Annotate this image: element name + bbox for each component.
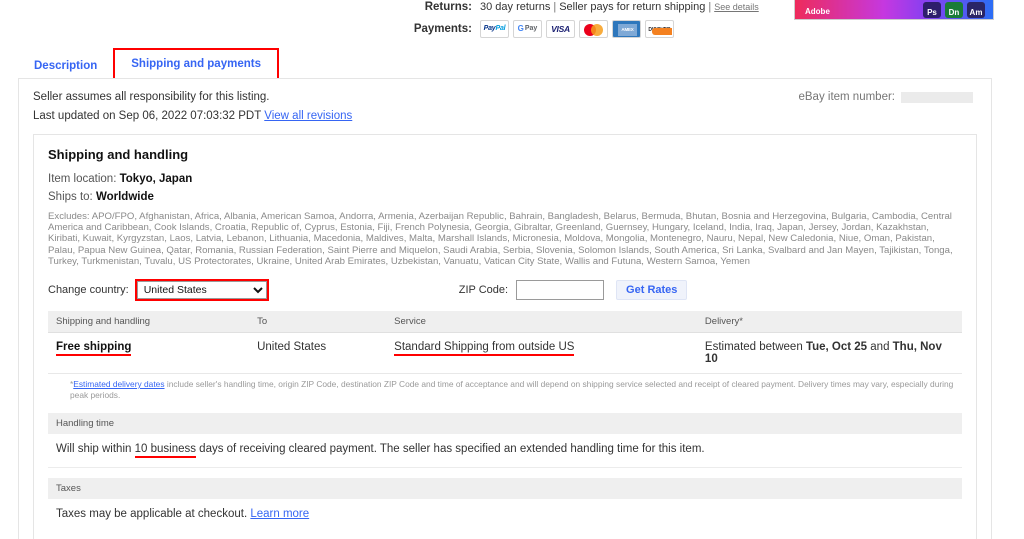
delivery-mid: and (867, 341, 893, 354)
handling-time-text: Will ship within 10 business days of rec… (48, 434, 962, 469)
zip-code-label: ZIP Code: (458, 284, 509, 297)
change-country-label: Change country: (48, 284, 129, 297)
shipping-payments-panel: eBay item number: Seller assumes all res… (18, 78, 992, 539)
tab-description[interactable]: Description (18, 52, 114, 80)
note-body-text: include seller's handling time, origin Z… (70, 379, 954, 401)
returns-label: Returns: (424, 1, 472, 13)
ships-to-value: Worldwide (95, 191, 154, 203)
shipping-rates-table: Shipping and handling To Service Deliver… (48, 311, 962, 375)
country-select[interactable]: United States (136, 281, 267, 300)
taxes-header: Taxes (48, 478, 962, 500)
td-service: Standard Shipping from outside US (386, 332, 697, 375)
returns-value: 30 day returns | Seller pays for return … (480, 0, 759, 14)
th-shipping-and-handling: Shipping and handling (48, 311, 250, 334)
discover-icon[interactable]: DISCVER (645, 20, 674, 38)
payments-row: Payments: PayPal GPay VISA AMEX DISCVER (0, 20, 1024, 38)
taxes-text: Taxes may be applicable at checkout. Lea… (48, 499, 962, 529)
google-pay-icon[interactable]: G Pay (513, 20, 542, 38)
get-rates-button[interactable]: Get Rates (616, 280, 688, 301)
table-row: Free shipping United States Standard Shi… (48, 332, 962, 375)
zip-code-input[interactable] (516, 280, 605, 301)
td-shipping-cost: Free shipping (48, 332, 250, 375)
th-service: Service (386, 311, 697, 334)
last-updated-line: Last updated on Sep 06, 2022 07:03:32 PD… (33, 110, 977, 122)
estimated-delivery-dates-link[interactable]: Estimated delivery dates (73, 379, 164, 389)
handling-text-pre: Will ship within (56, 443, 135, 456)
mastercard-icon[interactable] (579, 20, 608, 38)
ebay-shipping-payments-page: Adobe Ps Dn Am Returns: 30 day returns |… (0, 0, 1024, 539)
free-shipping-value: Free shipping (56, 341, 132, 357)
shipping-and-handling-card: Shipping and handling Item location: Tok… (33, 134, 977, 539)
change-country-row: Change country: United States ZIP Code: … (48, 279, 962, 302)
returns-payer: Seller pays for return shipping (559, 1, 706, 13)
item-location-label: Item location: (48, 173, 117, 185)
taxes-learn-more-link[interactable]: Learn more (250, 508, 309, 520)
item-location-row: Item location: Tokyo, Japan (48, 173, 962, 185)
country-select-highlight: United States (134, 279, 269, 302)
handling-time-header: Handling time (48, 413, 962, 435)
visa-icon[interactable]: VISA (546, 20, 575, 38)
payments-label: Payments: (413, 23, 472, 35)
item-location-value: Tokyo, Japan (119, 173, 193, 185)
ebay-item-number: eBay item number: (798, 91, 973, 103)
ebay-item-number-label: eBay item number: (798, 91, 895, 103)
amex-icon[interactable]: AMEX (612, 20, 641, 38)
delivery-prefix: Estimated between (704, 341, 806, 354)
returns-row: Returns: 30 day returns | Seller pays fo… (0, 0, 1024, 14)
estimated-delivery-note: *Estimated delivery dates include seller… (48, 374, 962, 403)
ebay-item-number-value (901, 91, 973, 103)
handling-days-highlight: 10 business (134, 443, 196, 459)
service-value: Standard Shipping from outside US (394, 341, 575, 357)
last-updated-text: Last updated on Sep 06, 2022 07:03:32 PD… (33, 110, 262, 122)
td-delivery: Estimated between Tue, Oct 25 and Thu, N… (696, 332, 962, 375)
paypal-icon[interactable]: Pay Pal (480, 20, 509, 38)
shipping-table-header-row: Shipping and handling To Service Deliver… (48, 311, 962, 334)
returns-separator-1: | (553, 1, 557, 13)
th-to: To (249, 311, 387, 334)
th-delivery: Delivery* (696, 311, 962, 334)
listing-tabs: Description Shipping and payments (18, 48, 279, 80)
shipping-card-title: Shipping and handling (48, 147, 189, 162)
ships-to-row: Ships to: Worldwide (48, 191, 962, 203)
payment-methods-list: PayPal GPay VISA AMEX DISCVER (480, 20, 674, 38)
delivery-date-start: Tue, Oct 25 (805, 341, 868, 354)
handling-text-post: days of receiving cleared payment. The s… (195, 443, 705, 456)
taxes-body-text: Taxes may be applicable at checkout. (56, 508, 251, 521)
tab-shipping-and-payments[interactable]: Shipping and payments (113, 48, 279, 80)
td-ship-to: United States (249, 332, 387, 375)
ships-to-label: Ships to: (48, 191, 93, 203)
listing-summary-block: Returns: 30 day returns | Seller pays fo… (0, 0, 1024, 44)
excluded-locations-text: Excludes: APO/FPO, Afghanistan, Africa, … (48, 211, 953, 267)
returns-see-details-link[interactable]: See details (714, 0, 759, 14)
view-all-revisions-link[interactable]: View all revisions (264, 110, 352, 122)
returns-days: 30 day returns (480, 1, 551, 13)
returns-separator-2: | (708, 1, 712, 13)
